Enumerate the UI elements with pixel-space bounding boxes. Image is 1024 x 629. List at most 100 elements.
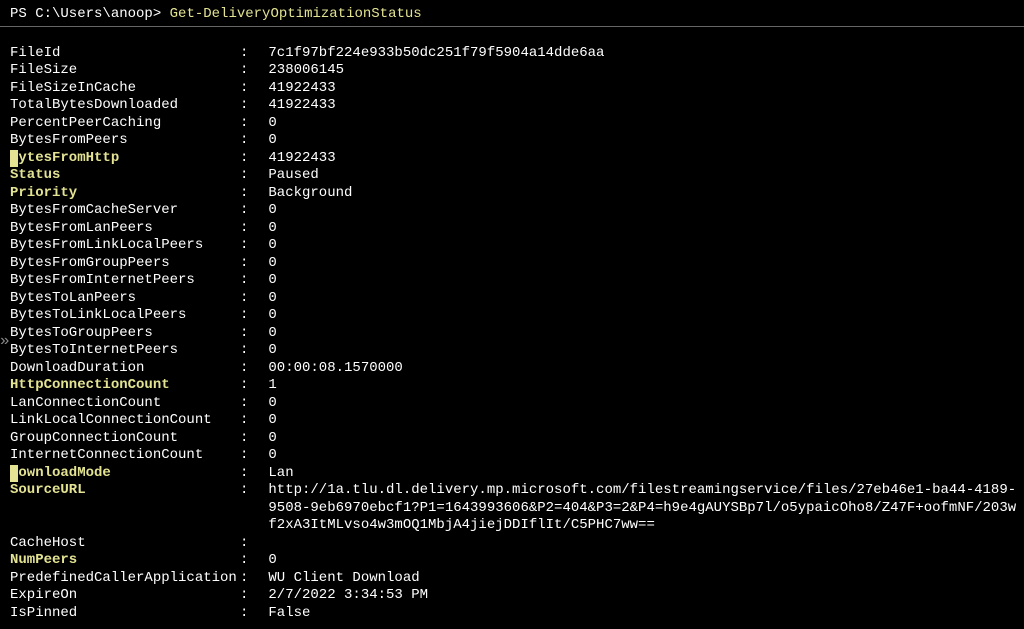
output-row: SourceURL: http://1a.tlu.dl.delivery.mp.…	[10, 482, 1024, 500]
property-key: FileSizeInCache	[10, 80, 240, 98]
property-value: 0	[260, 552, 277, 570]
separator: :	[240, 290, 260, 308]
property-value	[260, 535, 268, 553]
property-value: 0	[260, 307, 277, 325]
output-row: Priority: Background	[10, 185, 1024, 203]
separator: :	[240, 150, 260, 168]
separator: :	[240, 62, 260, 80]
output-row: IsPinned: False	[10, 605, 1024, 623]
output-row: BytesToGroupPeers: 0	[10, 325, 1024, 343]
separator: :	[240, 325, 260, 343]
output-row: BytesFromLinkLocalPeers: 0	[10, 237, 1024, 255]
property-key: DownloadMode	[10, 465, 240, 483]
separator: :	[240, 605, 260, 623]
property-value: 0	[260, 237, 277, 255]
property-value: 0	[260, 132, 277, 150]
property-value: 41922433	[260, 80, 336, 98]
output-row: BytesFromHttp: 41922433	[10, 150, 1024, 168]
property-value: Paused	[260, 167, 319, 185]
property-value: 0	[260, 255, 277, 273]
property-value-continuation: f2xA3ItMLvso4w3mOQ1MbjA4jiejDDIflIt/C5PH…	[260, 517, 655, 535]
property-key: InternetConnectionCount	[10, 447, 240, 465]
output-row: BytesFromCacheServer: 0	[10, 202, 1024, 220]
property-key: LanConnectionCount	[10, 395, 240, 413]
output-row: BytesToLinkLocalPeers: 0	[10, 307, 1024, 325]
property-key: BytesFromHttp	[10, 150, 240, 168]
output-row: PercentPeerCaching: 0	[10, 115, 1024, 133]
separator: :	[240, 272, 260, 290]
output-row-continuation: 9508-9eb6970ebcf1?P1=1643993606&P2=404&P…	[10, 500, 1024, 518]
property-key: NumPeers	[10, 552, 240, 570]
separator: :	[240, 360, 260, 378]
separator: :	[240, 220, 260, 238]
property-key: FileId	[10, 45, 240, 63]
output-row: BytesToLanPeers: 0	[10, 290, 1024, 308]
output-row: ExpireOn: 2/7/2022 3:34:53 PM	[10, 587, 1024, 605]
property-key: BytesToLinkLocalPeers	[10, 307, 240, 325]
property-key: TotalBytesDownloaded	[10, 97, 240, 115]
separator: :	[240, 535, 260, 553]
separator: :	[240, 237, 260, 255]
property-value: 2/7/2022 3:34:53 PM	[260, 587, 428, 605]
separator: :	[240, 587, 260, 605]
property-key: FileSize	[10, 62, 240, 80]
scroll-indicator-icon: »	[0, 337, 10, 347]
property-value: http://1a.tlu.dl.delivery.mp.microsoft.c…	[260, 482, 1016, 500]
property-key: BytesFromLinkLocalPeers	[10, 237, 240, 255]
property-value: 0	[260, 290, 277, 308]
property-key: BytesToLanPeers	[10, 290, 240, 308]
separator: :	[240, 342, 260, 360]
separator: :	[240, 255, 260, 273]
property-value: Background	[260, 185, 352, 203]
separator: :	[240, 97, 260, 115]
output-row: InternetConnectionCount: 0	[10, 447, 1024, 465]
property-value: 238006145	[260, 62, 344, 80]
separator: :	[240, 115, 260, 133]
output-row: DownloadMode: Lan	[10, 465, 1024, 483]
separator: :	[240, 465, 260, 483]
highlight-marker-icon	[10, 465, 18, 482]
property-key: BytesFromInternetPeers	[10, 272, 240, 290]
output-row: BytesFromPeers: 0	[10, 132, 1024, 150]
output-row: FileSize: 238006145	[10, 62, 1024, 80]
output-row: Status: Paused	[10, 167, 1024, 185]
property-value: 0	[260, 342, 277, 360]
output-row: LinkLocalConnectionCount: 0	[10, 412, 1024, 430]
property-value: WU Client Download	[260, 570, 420, 588]
output-row: DownloadDuration: 00:00:08.1570000	[10, 360, 1024, 378]
property-key: Status	[10, 167, 240, 185]
property-key: BytesFromLanPeers	[10, 220, 240, 238]
highlight-marker-icon	[10, 150, 18, 167]
property-key: BytesFromGroupPeers	[10, 255, 240, 273]
property-value: 0	[260, 202, 277, 220]
property-value: 0	[260, 115, 277, 133]
property-key: BytesFromPeers	[10, 132, 240, 150]
output-row: FileSizeInCache: 41922433	[10, 80, 1024, 98]
property-value: 0	[260, 430, 277, 448]
prompt-line[interactable]: PS C:\Users\anoop> Get-DeliveryOptimizat…	[0, 6, 1024, 27]
property-value-continuation: 9508-9eb6970ebcf1?P1=1643993606&P2=404&P…	[260, 500, 1016, 518]
separator: :	[240, 80, 260, 98]
property-value: 0	[260, 412, 277, 430]
property-value: 41922433	[260, 97, 336, 115]
property-value: False	[260, 605, 310, 623]
property-value: 41922433	[260, 150, 336, 168]
property-value: 0	[260, 272, 277, 290]
separator: :	[240, 45, 260, 63]
property-key: GroupConnectionCount	[10, 430, 240, 448]
separator: :	[240, 570, 260, 588]
output-row: NumPeers: 0	[10, 552, 1024, 570]
output-row: PredefinedCallerApplication: WU Client D…	[10, 570, 1024, 588]
property-value: 7c1f97bf224e933b50dc251f79f5904a14dde6aa	[260, 45, 604, 63]
property-value: Lan	[260, 465, 294, 483]
property-key: BytesFromCacheServer	[10, 202, 240, 220]
separator: :	[240, 185, 260, 203]
separator: :	[240, 307, 260, 325]
prompt-command: Get-DeliveryOptimizationStatus	[170, 6, 422, 22]
property-key: Priority	[10, 185, 240, 203]
output-row: BytesFromGroupPeers: 0	[10, 255, 1024, 273]
output-row: BytesToInternetPeers: 0	[10, 342, 1024, 360]
property-key: PredefinedCallerApplication	[10, 570, 240, 588]
command-output: FileId: 7c1f97bf224e933b50dc251f79f5904a…	[0, 45, 1024, 623]
output-row: FileId: 7c1f97bf224e933b50dc251f79f5904a…	[10, 45, 1024, 63]
